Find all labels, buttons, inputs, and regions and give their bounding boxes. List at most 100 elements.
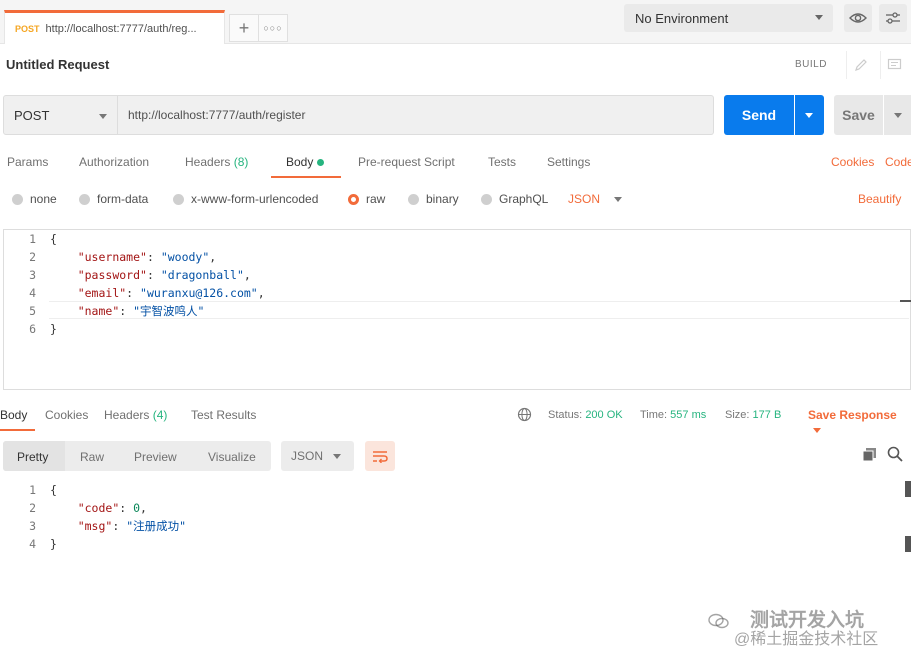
response-time[interactable]: Time: 557 ms: [640, 409, 706, 421]
environment-select[interactable]: No Environment: [624, 4, 833, 32]
globe-icon[interactable]: [517, 407, 532, 422]
pencil-icon: [854, 59, 867, 71]
response-size[interactable]: Size: 177 B: [725, 409, 781, 421]
edit-request-button[interactable]: [846, 51, 874, 79]
code-punct: :: [126, 286, 141, 300]
radio-selected-icon: [348, 193, 359, 205]
body-type-form-data[interactable]: form-data: [79, 192, 148, 206]
body-type-urlencoded-label: x-www-form-urlencoded: [191, 192, 319, 206]
response-scrollbar-mark: [905, 536, 911, 552]
manage-environments-button[interactable]: [879, 4, 907, 32]
size-value: 177 B: [752, 409, 782, 421]
json-value: "woody": [160, 250, 210, 264]
response-status[interactable]: Status: 200 OK: [548, 409, 623, 421]
code-text: "name": "宇智波鸣人": [50, 302, 205, 320]
request-body-line: 2 "username": "woody",: [0, 248, 911, 266]
response-scrollbar-thumb[interactable]: [905, 481, 911, 497]
more-tabs-button[interactable]: ○○○: [258, 14, 288, 42]
code-text: "username": "woody",: [50, 248, 217, 266]
code-text: {: [50, 230, 57, 248]
tab-headers[interactable]: Headers (8): [185, 155, 248, 169]
url-input[interactable]: http://localhost:7777/auth/register: [118, 95, 714, 135]
line-number: 1: [29, 232, 36, 246]
response-format-select[interactable]: JSON: [281, 441, 354, 471]
response-body-line: 3 "msg": "注册成功": [0, 517, 911, 535]
line-number: 5: [29, 304, 36, 318]
status-label: Status:: [548, 409, 583, 421]
code-punct: ,: [209, 250, 217, 264]
send-options-button[interactable]: [795, 95, 824, 135]
size-label: Size:: [725, 409, 750, 421]
new-tab-button[interactable]: +: [229, 14, 259, 42]
tab-headers-label: Headers: [185, 155, 231, 169]
radio-icon: [79, 193, 90, 205]
body-type-binary[interactable]: binary: [408, 192, 459, 206]
code-punct: :: [112, 519, 127, 533]
search-icon[interactable]: [887, 446, 903, 462]
request-body-line: 5 "name": "宇智波鸣人": [0, 302, 911, 320]
tab-params[interactable]: Params: [7, 155, 48, 169]
copy-icon[interactable]: [862, 447, 877, 462]
view-tab-preview[interactable]: Preview: [134, 450, 177, 464]
response-tab-body[interactable]: Body: [0, 408, 27, 422]
response-tab-cookies[interactable]: Cookies: [45, 408, 88, 422]
tab-settings[interactable]: Settings: [547, 155, 590, 169]
beautify-link[interactable]: Beautify: [858, 192, 901, 206]
cookies-link[interactable]: Cookies: [831, 155, 874, 169]
environment-quick-look-button[interactable]: [844, 4, 872, 32]
send-button[interactable]: Send: [724, 95, 794, 135]
active-tab-underline: [271, 176, 341, 178]
body-type-urlencoded[interactable]: x-www-form-urlencoded: [173, 192, 318, 206]
comments-button[interactable]: [880, 51, 908, 79]
code-punct: {: [50, 483, 57, 497]
body-type-none-label: none: [30, 192, 57, 206]
line-number: 2: [29, 250, 36, 264]
view-tab-raw[interactable]: Raw: [80, 450, 104, 464]
response-body-line: 4}: [0, 535, 911, 553]
view-tab-visualize[interactable]: Visualize: [208, 450, 256, 464]
code-punct: }: [50, 322, 57, 336]
tab-body[interactable]: Body: [286, 155, 325, 169]
wrap-lines-button[interactable]: [365, 441, 395, 471]
code-punct: :: [146, 268, 161, 282]
tab-prerequest-script[interactable]: Pre-request Script: [358, 155, 455, 169]
body-format-select[interactable]: JSON: [568, 192, 623, 206]
request-tab[interactable]: POST http://localhost:7777/auth/reg...: [4, 10, 225, 44]
body-type-graphql[interactable]: GraphQL: [481, 192, 548, 206]
tab-method-label: POST: [15, 23, 40, 34]
tab-body-label: Body: [286, 155, 314, 169]
code-punct: ,: [257, 286, 265, 300]
code-punct: :: [146, 250, 161, 264]
wrap-lines-icon: [373, 451, 388, 463]
json-key: "code": [77, 501, 120, 515]
response-tab-headers[interactable]: Headers (4): [104, 408, 167, 422]
chevron-down-icon: [614, 196, 623, 202]
radio-icon: [173, 193, 184, 205]
tab-tests[interactable]: Tests: [488, 155, 516, 169]
code-text: }: [50, 320, 57, 338]
environment-label: No Environment: [635, 10, 729, 26]
code-text: "msg": "注册成功": [50, 517, 186, 535]
code-text: "email": "wuranxu@126.com",: [50, 284, 265, 302]
code-punct: [50, 250, 78, 264]
code-punct: {: [50, 232, 57, 246]
body-type-raw[interactable]: raw: [348, 192, 385, 206]
code-text: "password": "dragonball",: [50, 266, 251, 284]
code-link[interactable]: Code: [885, 155, 911, 169]
code-punct: [50, 268, 78, 282]
response-tab-test-results[interactable]: Test Results: [191, 408, 256, 422]
status-value: 200 OK: [585, 409, 623, 421]
request-title[interactable]: Untitled Request: [6, 57, 109, 72]
view-tab-pretty[interactable]: Pretty: [17, 450, 48, 464]
http-method-select[interactable]: POST: [3, 95, 118, 135]
save-response-label: Save Response: [808, 408, 897, 422]
build-mode-label[interactable]: BUILD: [795, 59, 827, 70]
headers-count: (8): [233, 155, 249, 169]
save-button[interactable]: Save: [834, 95, 883, 135]
body-type-none[interactable]: none: [12, 192, 57, 206]
tab-authorization[interactable]: Authorization: [79, 155, 149, 169]
comment-icon: [887, 58, 902, 70]
save-options-button[interactable]: [884, 95, 911, 135]
body-type-form-data-label: form-data: [97, 192, 149, 206]
save-response-button[interactable]: Save Response: [808, 408, 911, 436]
